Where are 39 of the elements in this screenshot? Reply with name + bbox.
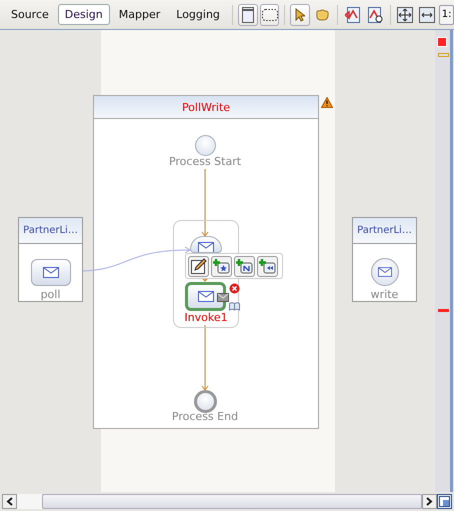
error-marker [438,309,449,312]
scroll-right-button[interactable] [422,494,437,508]
envelope-icon [217,293,229,302]
view-tab[interactable]: Source [4,4,56,25]
flow-line [202,324,208,391]
scroll-left-button[interactable] [2,494,17,508]
flow-line [202,168,208,237]
partner-label: write [370,288,398,301]
marquee-icon[interactable] [260,4,280,26]
zoom-button[interactable]: 1: [439,4,454,24]
node-label: Process Start [168,155,242,168]
view-tab[interactable]: Logging [169,4,227,25]
chevron-right-icon [426,496,433,506]
partner-link-title: PartnerLi… [353,218,416,244]
error-icon [229,283,240,294]
envelope-icon [198,291,214,302]
view-tab[interactable]: Design [58,4,110,25]
view-tab[interactable]: Mapper [112,4,168,25]
chevron-left-icon [6,496,13,506]
process-title: PollWrite [182,100,230,114]
pencil-icon[interactable] [188,256,209,276]
partner-label: poll [40,288,60,301]
partner-link-title: PartnerLi… [19,218,82,244]
add-rewind-icon[interactable] [257,256,278,276]
scrollbar-thumb[interactable] [42,494,422,508]
node-label: Invoke1 [184,311,228,324]
panel-icon[interactable] [238,4,258,26]
error-marker [437,37,447,47]
envelope-icon [378,267,392,277]
overview-icon[interactable] [437,494,452,508]
envelope-icon [42,267,58,278]
warning-marker [438,53,449,57]
node-label: Process End [172,410,238,423]
partner-operation[interactable] [370,258,398,286]
book-icon [229,302,240,311]
partner-operation[interactable] [30,259,70,286]
warning-icon [321,97,333,108]
invoke-node[interactable] [185,282,226,311]
pointer-icon[interactable] [290,4,310,26]
